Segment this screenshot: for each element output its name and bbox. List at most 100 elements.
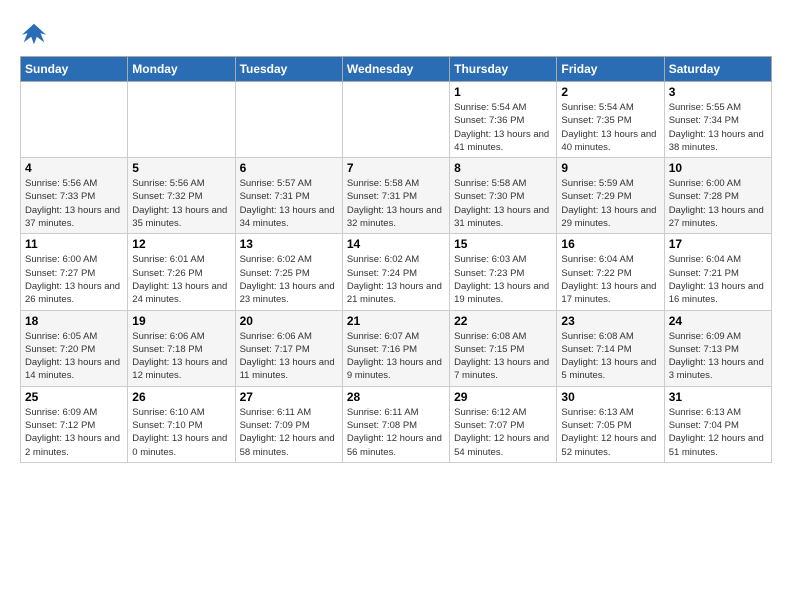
- day-number: 31: [669, 390, 767, 404]
- day-info: Sunrise: 6:02 AMSunset: 7:24 PMDaylight:…: [347, 253, 445, 306]
- calendar: SundayMondayTuesdayWednesdayThursdayFrid…: [20, 56, 772, 463]
- weekday-header: Friday: [557, 57, 664, 82]
- day-info: Sunrise: 6:07 AMSunset: 7:16 PMDaylight:…: [347, 330, 445, 383]
- calendar-cell: 20 Sunrise: 6:06 AMSunset: 7:17 PMDayligh…: [235, 310, 342, 386]
- day-info: Sunrise: 6:09 AMSunset: 7:12 PMDaylight:…: [25, 406, 123, 459]
- day-info: Sunrise: 5:56 AMSunset: 7:33 PMDaylight:…: [25, 177, 123, 230]
- day-info: Sunrise: 6:05 AMSunset: 7:20 PMDaylight:…: [25, 330, 123, 383]
- day-info: Sunrise: 5:56 AMSunset: 7:32 PMDaylight:…: [132, 177, 230, 230]
- calendar-cell: 12 Sunrise: 6:01 AMSunset: 7:26 PMDayligh…: [128, 234, 235, 310]
- logo-icon: [20, 20, 48, 48]
- day-info: Sunrise: 6:13 AMSunset: 7:04 PMDaylight:…: [669, 406, 767, 459]
- day-number: 2: [561, 85, 659, 99]
- day-number: 23: [561, 314, 659, 328]
- calendar-cell: [128, 82, 235, 158]
- calendar-cell: 29 Sunrise: 6:12 AMSunset: 7:07 PMDayligh…: [450, 386, 557, 462]
- day-info: Sunrise: 5:54 AMSunset: 7:35 PMDaylight:…: [561, 101, 659, 154]
- day-number: 30: [561, 390, 659, 404]
- day-info: Sunrise: 5:57 AMSunset: 7:31 PMDaylight:…: [240, 177, 338, 230]
- day-number: 18: [25, 314, 123, 328]
- calendar-cell: 21 Sunrise: 6:07 AMSunset: 7:16 PMDayligh…: [342, 310, 449, 386]
- calendar-cell: 24 Sunrise: 6:09 AMSunset: 7:13 PMDayligh…: [664, 310, 771, 386]
- calendar-cell: 8 Sunrise: 5:58 AMSunset: 7:30 PMDaylight…: [450, 158, 557, 234]
- day-info: Sunrise: 6:00 AMSunset: 7:28 PMDaylight:…: [669, 177, 767, 230]
- day-number: 4: [25, 161, 123, 175]
- calendar-cell: 2 Sunrise: 5:54 AMSunset: 7:35 PMDaylight…: [557, 82, 664, 158]
- day-number: 13: [240, 237, 338, 251]
- day-number: 7: [347, 161, 445, 175]
- weekday-header: Wednesday: [342, 57, 449, 82]
- calendar-cell: 15Sunrise: 6:03 AMSunset: 7:23 PMDayligh…: [450, 234, 557, 310]
- calendar-cell: 11 Sunrise: 6:00 AMSunset: 7:27 PMDayligh…: [21, 234, 128, 310]
- day-number: 5: [132, 161, 230, 175]
- calendar-cell: 26Sunrise: 6:10 AMSunset: 7:10 PMDayligh…: [128, 386, 235, 462]
- day-number: 6: [240, 161, 338, 175]
- day-info: Sunrise: 6:04 AMSunset: 7:22 PMDaylight:…: [561, 253, 659, 306]
- day-number: 25: [25, 390, 123, 404]
- day-info: Sunrise: 5:58 AMSunset: 7:31 PMDaylight:…: [347, 177, 445, 230]
- calendar-cell: 25 Sunrise: 6:09 AMSunset: 7:12 PMDayligh…: [21, 386, 128, 462]
- calendar-cell: 16Sunrise: 6:04 AMSunset: 7:22 PMDayligh…: [557, 234, 664, 310]
- day-number: 20: [240, 314, 338, 328]
- calendar-cell: 23Sunrise: 6:08 AMSunset: 7:14 PMDayligh…: [557, 310, 664, 386]
- day-info: Sunrise: 6:00 AMSunset: 7:27 PMDaylight:…: [25, 253, 123, 306]
- day-info: Sunrise: 6:06 AMSunset: 7:17 PMDaylight:…: [240, 330, 338, 383]
- weekday-header: Tuesday: [235, 57, 342, 82]
- calendar-cell: 1 Sunrise: 5:54 AMSunset: 7:36 PMDaylight…: [450, 82, 557, 158]
- day-info: Sunrise: 6:06 AMSunset: 7:18 PMDaylight:…: [132, 330, 230, 383]
- day-info: Sunrise: 6:08 AMSunset: 7:15 PMDaylight:…: [454, 330, 552, 383]
- day-info: Sunrise: 5:59 AMSunset: 7:29 PMDaylight:…: [561, 177, 659, 230]
- day-info: Sunrise: 6:11 AMSunset: 7:09 PMDaylight:…: [240, 406, 338, 459]
- calendar-week-row: 18 Sunrise: 6:05 AMSunset: 7:20 PMDayligh…: [21, 310, 772, 386]
- day-number: 24: [669, 314, 767, 328]
- calendar-cell: 3Sunrise: 5:55 AMSunset: 7:34 PMDaylight…: [664, 82, 771, 158]
- calendar-cell: [235, 82, 342, 158]
- weekday-header: Monday: [128, 57, 235, 82]
- day-info: Sunrise: 5:58 AMSunset: 7:30 PMDaylight:…: [454, 177, 552, 230]
- calendar-cell: 10 Sunrise: 6:00 AMSunset: 7:28 PMDayligh…: [664, 158, 771, 234]
- day-number: 21: [347, 314, 445, 328]
- calendar-cell: 7 Sunrise: 5:58 AMSunset: 7:31 PMDaylight…: [342, 158, 449, 234]
- calendar-cell: [21, 82, 128, 158]
- day-number: 26: [132, 390, 230, 404]
- day-info: Sunrise: 6:02 AMSunset: 7:25 PMDaylight:…: [240, 253, 338, 306]
- calendar-cell: 19 Sunrise: 6:06 AMSunset: 7:18 PMDayligh…: [128, 310, 235, 386]
- weekday-header: Saturday: [664, 57, 771, 82]
- day-number: 17: [669, 237, 767, 251]
- day-number: 14: [347, 237, 445, 251]
- day-info: Sunrise: 6:12 AMSunset: 7:07 PMDaylight:…: [454, 406, 552, 459]
- day-info: Sunrise: 6:01 AMSunset: 7:26 PMDaylight:…: [132, 253, 230, 306]
- calendar-cell: 17 Sunrise: 6:04 AMSunset: 7:21 PMDayligh…: [664, 234, 771, 310]
- day-number: 8: [454, 161, 552, 175]
- calendar-cell: [342, 82, 449, 158]
- calendar-cell: 4 Sunrise: 5:56 AMSunset: 7:33 PMDaylight…: [21, 158, 128, 234]
- calendar-week-row: 4 Sunrise: 5:56 AMSunset: 7:33 PMDaylight…: [21, 158, 772, 234]
- day-number: 12: [132, 237, 230, 251]
- day-number: 1: [454, 85, 552, 99]
- calendar-cell: 5 Sunrise: 5:56 AMSunset: 7:32 PMDaylight…: [128, 158, 235, 234]
- day-number: 29: [454, 390, 552, 404]
- calendar-cell: 13 Sunrise: 6:02 AMSunset: 7:25 PMDayligh…: [235, 234, 342, 310]
- calendar-cell: 9Sunrise: 5:59 AMSunset: 7:29 PMDaylight…: [557, 158, 664, 234]
- day-info: Sunrise: 6:04 AMSunset: 7:21 PMDaylight:…: [669, 253, 767, 306]
- day-number: 19: [132, 314, 230, 328]
- calendar-cell: 14 Sunrise: 6:02 AMSunset: 7:24 PMDayligh…: [342, 234, 449, 310]
- calendar-cell: 30 Sunrise: 6:13 AMSunset: 7:05 PMDayligh…: [557, 386, 664, 462]
- day-number: 11: [25, 237, 123, 251]
- day-info: Sunrise: 5:54 AMSunset: 7:36 PMDaylight:…: [454, 101, 552, 154]
- weekday-header: Thursday: [450, 57, 557, 82]
- calendar-cell: 22Sunrise: 6:08 AMSunset: 7:15 PMDayligh…: [450, 310, 557, 386]
- day-info: Sunrise: 6:09 AMSunset: 7:13 PMDaylight:…: [669, 330, 767, 383]
- calendar-week-row: 11 Sunrise: 6:00 AMSunset: 7:27 PMDayligh…: [21, 234, 772, 310]
- day-number: 27: [240, 390, 338, 404]
- day-info: Sunrise: 5:55 AMSunset: 7:34 PMDaylight:…: [669, 101, 767, 154]
- day-number: 10: [669, 161, 767, 175]
- calendar-cell: 31 Sunrise: 6:13 AMSunset: 7:04 PMDayligh…: [664, 386, 771, 462]
- day-info: Sunrise: 6:11 AMSunset: 7:08 PMDaylight:…: [347, 406, 445, 459]
- day-number: 15: [454, 237, 552, 251]
- day-info: Sunrise: 6:13 AMSunset: 7:05 PMDaylight:…: [561, 406, 659, 459]
- calendar-cell: 28Sunrise: 6:11 AMSunset: 7:08 PMDayligh…: [342, 386, 449, 462]
- weekday-header: Sunday: [21, 57, 128, 82]
- calendar-header-row: SundayMondayTuesdayWednesdayThursdayFrid…: [21, 57, 772, 82]
- logo: [20, 20, 52, 48]
